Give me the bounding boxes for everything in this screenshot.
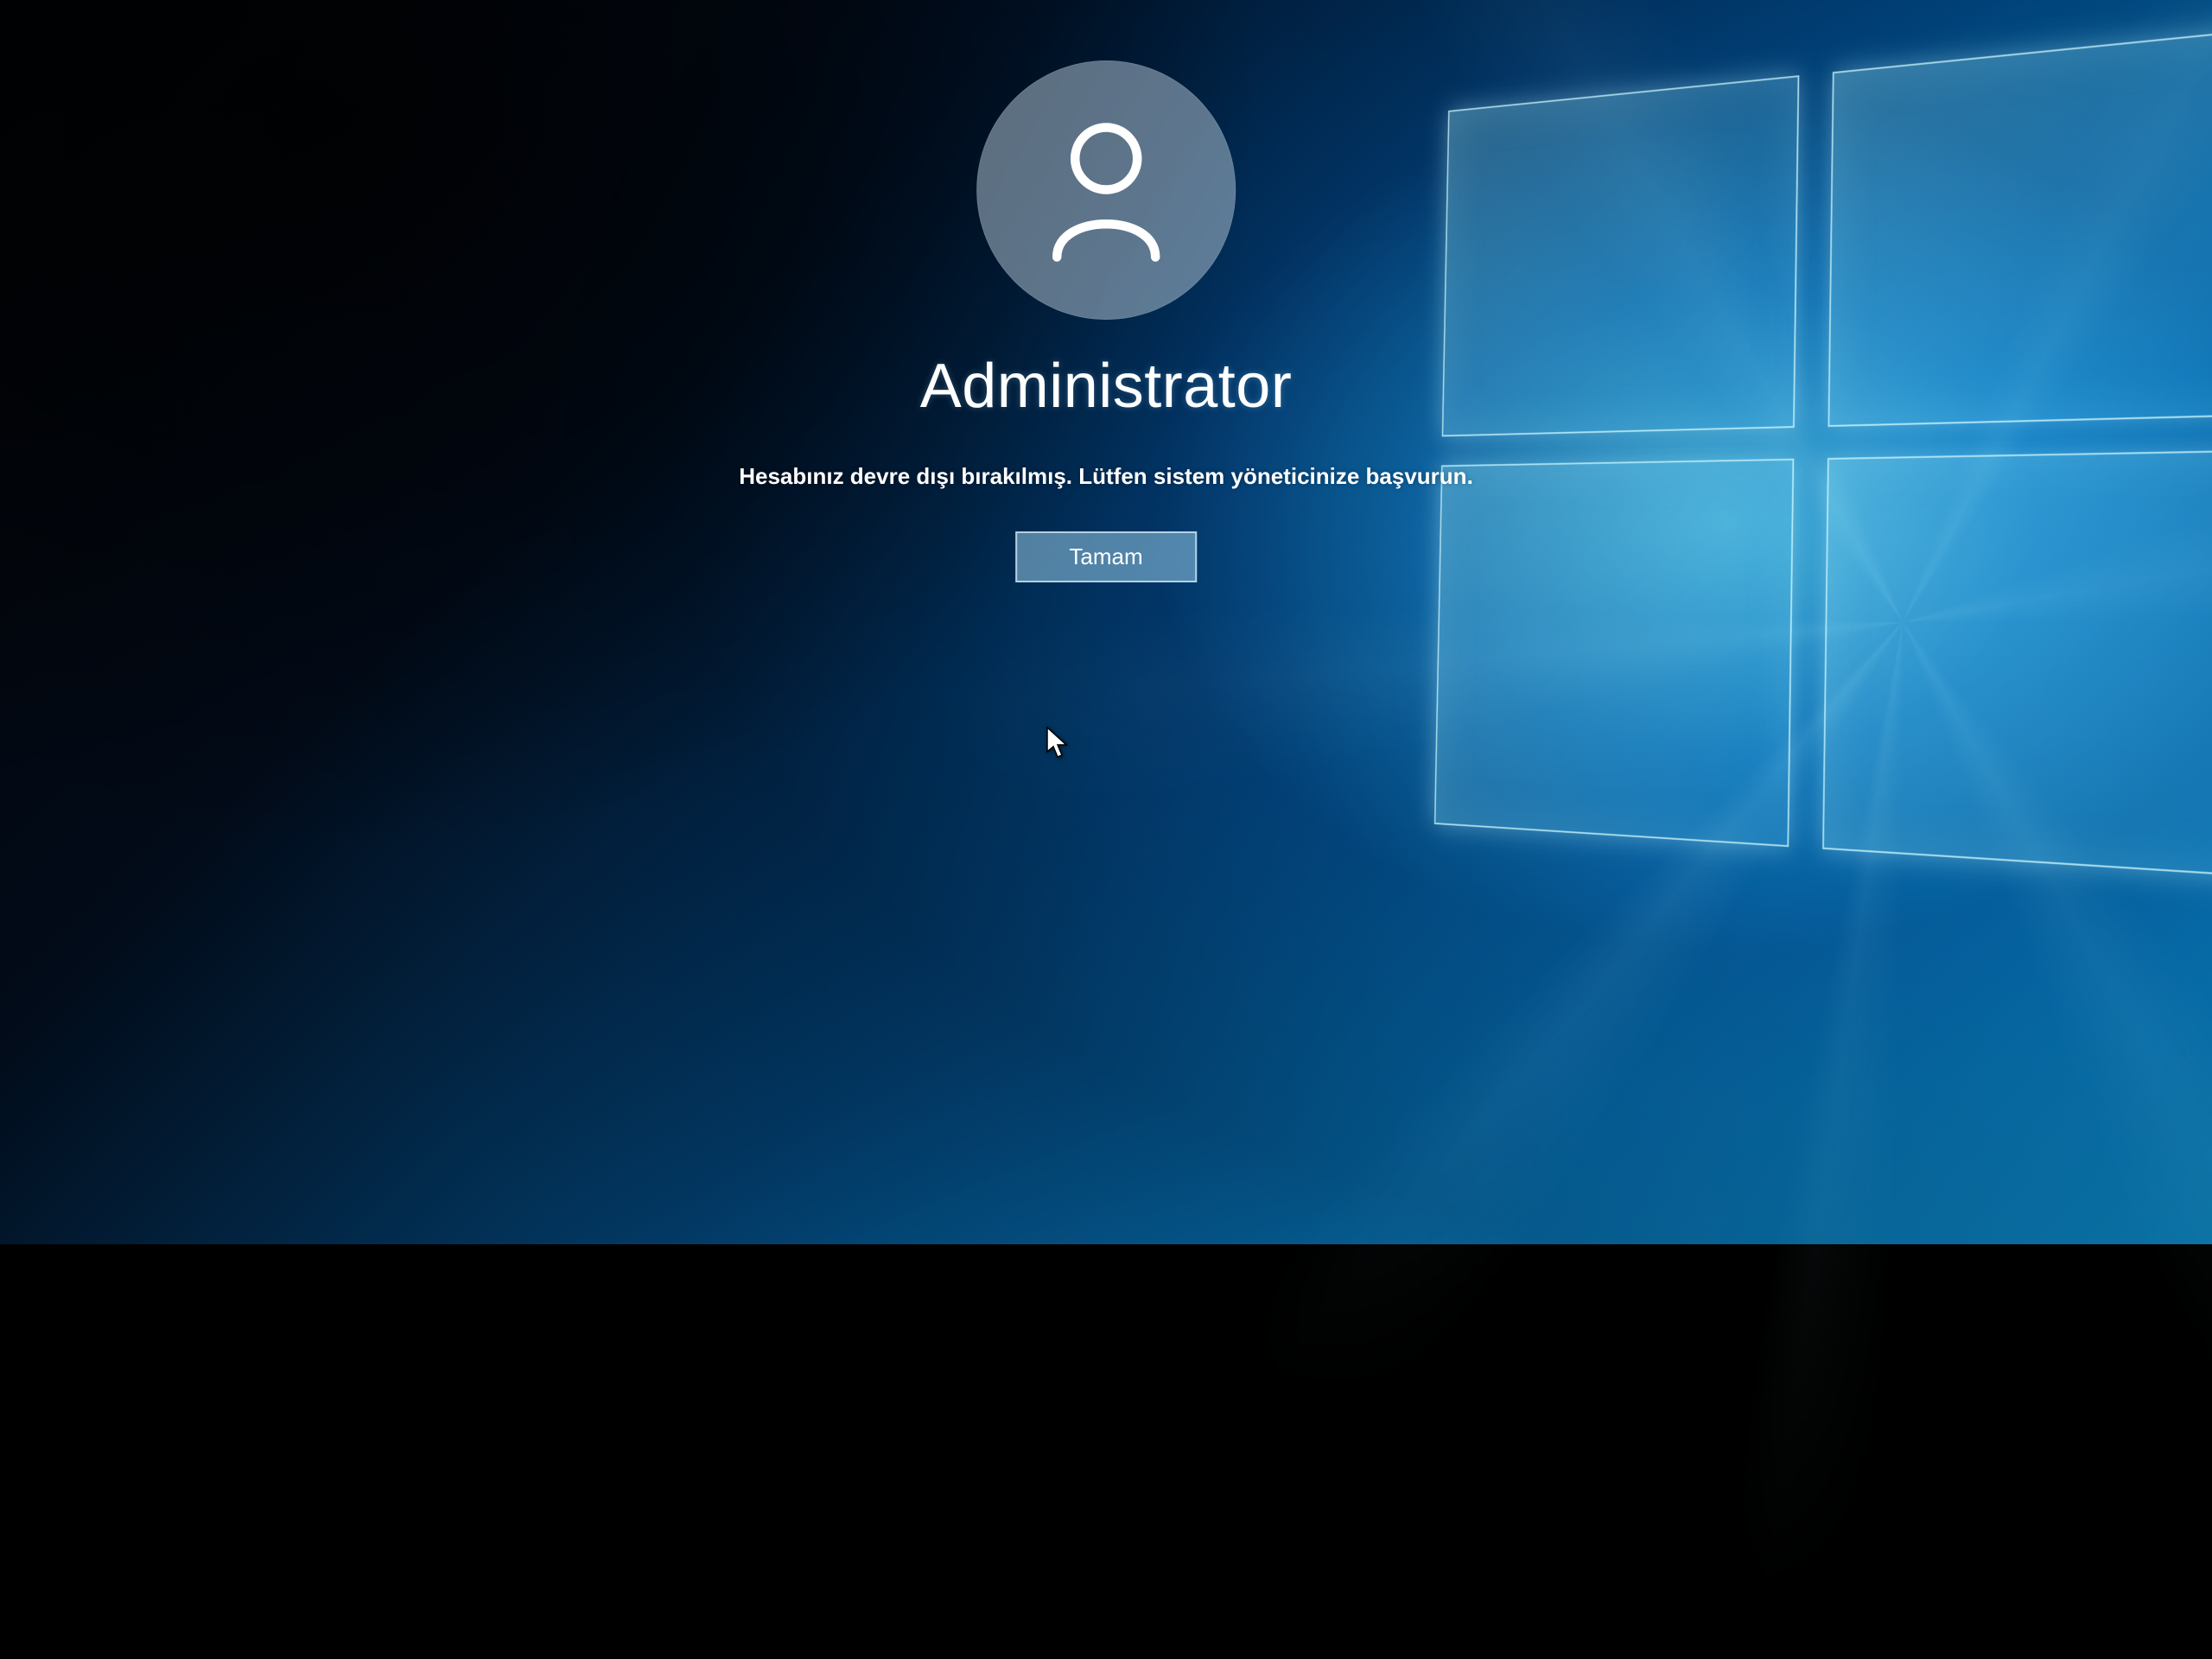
account-disabled-message: Hesabınız devre dışı bırakılmış. Lütfen … [739,463,1473,490]
login-panel: Administrator Hesabınız devre dışı bırak… [739,43,1473,582]
user-avatar [976,60,1236,320]
ok-button[interactable]: Tamam [1015,531,1197,582]
username-label: Administrator [920,351,1293,422]
user-icon [1041,115,1171,266]
